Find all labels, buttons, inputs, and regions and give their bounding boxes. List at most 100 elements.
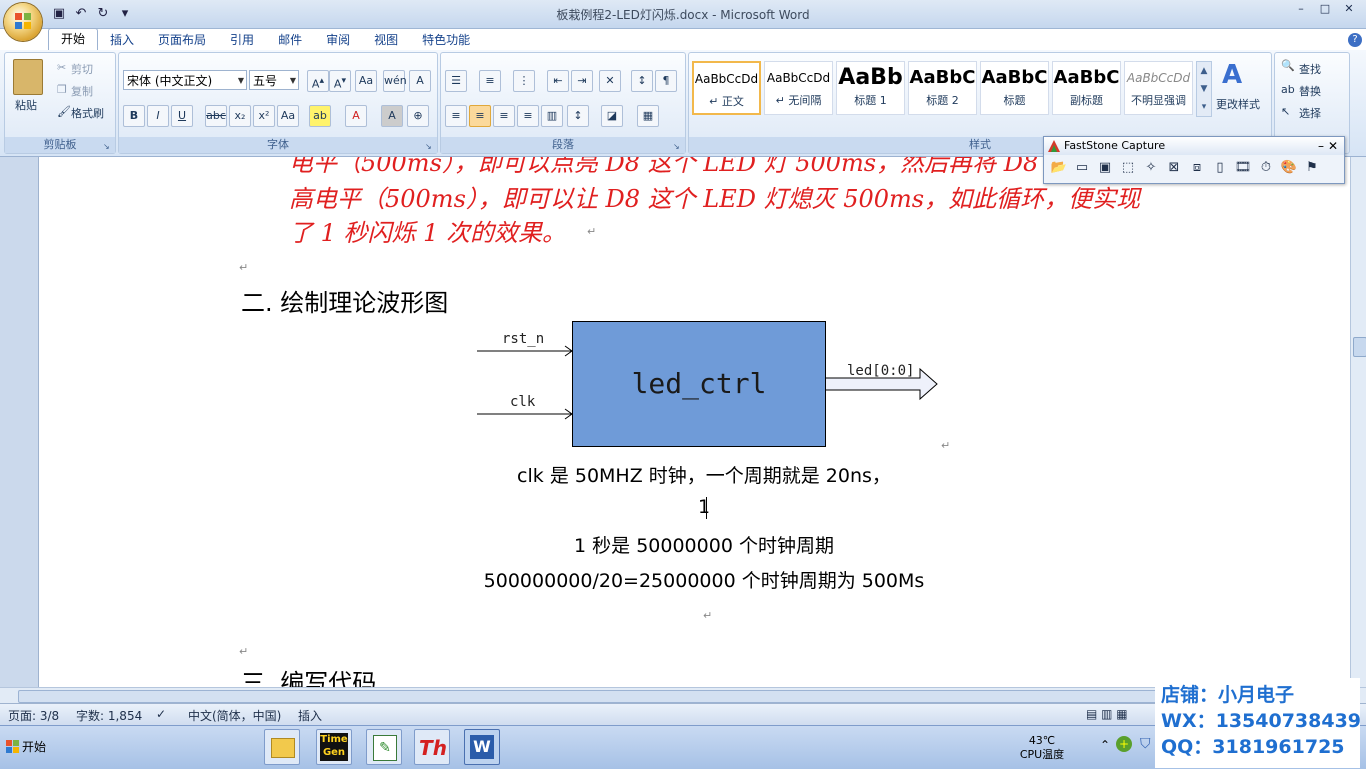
capture-fixed-icon[interactable]: ▯ <box>1211 159 1229 177</box>
minimize-icon[interactable]: – <box>1318 137 1324 155</box>
status-language[interactable]: 中文(简体，中国) <box>188 707 281 724</box>
justify-icon[interactable]: ≡ <box>517 105 539 127</box>
tab-view[interactable]: 视图 <box>362 30 410 50</box>
format-painter-icon[interactable]: 🖌 <box>57 105 71 118</box>
status-insert-mode[interactable]: 插入 <box>298 707 322 724</box>
distributed-icon[interactable]: ▥ <box>541 105 563 127</box>
bullets-icon[interactable]: ☰ <box>445 70 467 92</box>
minimize-button[interactable]: – <box>1290 2 1312 16</box>
tab-mailings[interactable]: 邮件 <box>266 30 314 50</box>
phonetic-guide-icon[interactable]: wén <box>383 70 407 92</box>
start-button[interactable]: 开始 <box>2 732 50 762</box>
change-styles-icon[interactable]: A <box>1222 60 1242 90</box>
maximize-button[interactable]: □ <box>1314 2 1336 16</box>
italic-icon[interactable]: I <box>147 105 169 127</box>
tab-home[interactable]: 开始 <box>48 28 99 50</box>
paste-button[interactable]: 粘贴 <box>15 97 37 113</box>
subscript-icon[interactable]: x₂ <box>229 105 251 127</box>
style-subtitle[interactable]: AaBbC 副标题 <box>1052 61 1121 115</box>
status-page[interactable]: 页面: 3/8 <box>8 707 59 724</box>
line-spacing-icon[interactable]: ↕ <box>567 105 589 127</box>
shading-icon[interactable]: ◪ <box>601 105 623 127</box>
copy-button[interactable]: 复制 <box>71 83 93 99</box>
scroll-thumb[interactable] <box>1353 337 1366 357</box>
font-size-combo[interactable]: 五号 ▼ <box>249 70 299 90</box>
capture-fullscreen-icon[interactable]: ⊠ <box>1165 159 1183 177</box>
taskbar-app-timegen[interactable]: Time Gen <box>316 729 352 765</box>
help-icon[interactable]: ? <box>1348 33 1362 47</box>
style-title[interactable]: AaBbC 标题 <box>980 61 1049 115</box>
align-left-icon[interactable]: ≡ <box>445 105 467 127</box>
taskbar-app-th[interactable]: Th <box>414 729 450 765</box>
capture-scrolling-icon[interactable]: ⧈ <box>1188 159 1206 177</box>
char-border-icon[interactable]: A <box>409 70 431 92</box>
taskbar-app-word[interactable]: W <box>464 729 500 765</box>
proofing-icon[interactable]: ✓ <box>156 707 166 721</box>
taskbar-app-explorer[interactable] <box>264 729 300 765</box>
close-icon[interactable]: ✕ <box>1328 137 1338 155</box>
bold-icon[interactable]: B <box>123 105 145 127</box>
strikethrough-icon[interactable]: abc <box>205 105 227 127</box>
grow-font-icon[interactable]: A▴ <box>307 70 329 92</box>
show-marks-icon[interactable]: ¶ <box>655 70 677 92</box>
tray-expand-icon[interactable]: ⌃ <box>1100 738 1110 752</box>
tray-app-icon[interactable]: + <box>1116 736 1132 752</box>
highlight-icon[interactable]: ab <box>309 105 331 127</box>
shield-icon[interactable]: ⛉ <box>1140 736 1151 752</box>
underline-icon[interactable]: U <box>171 105 193 127</box>
screen-recorder-icon[interactable]: 🎞 <box>1234 159 1252 177</box>
dialog-launcher-icon[interactable]: ↘ <box>103 142 112 151</box>
scroll-thumb[interactable] <box>18 690 1330 703</box>
open-file-icon[interactable]: 📂 <box>1050 159 1068 177</box>
select-button[interactable]: 选择 <box>1299 105 1321 121</box>
tab-insert[interactable]: 插入 <box>98 30 146 50</box>
increase-indent-icon[interactable]: ⇥ <box>571 70 593 92</box>
copy-icon[interactable]: ❐ <box>57 83 67 96</box>
change-case-icon[interactable]: Aa <box>277 105 299 127</box>
clear-format-icon[interactable]: Aa <box>355 70 377 92</box>
view-buttons-icon[interactable]: ▤ ▥ ▦ <box>1086 707 1128 721</box>
change-styles-button[interactable]: 更改样式 <box>1216 96 1260 112</box>
decrease-indent-icon[interactable]: ⇤ <box>547 70 569 92</box>
tab-page-layout[interactable]: 页面布局 <box>146 30 218 50</box>
format-painter-button[interactable]: 格式刷 <box>71 105 104 121</box>
tab-references[interactable]: 引用 <box>218 30 266 50</box>
capture-freehand-icon[interactable]: ✧ <box>1142 159 1160 177</box>
dialog-launcher-icon[interactable]: ↘ <box>673 142 682 151</box>
output-settings-icon[interactable]: 🎨 <box>1280 159 1298 177</box>
style-normal[interactable]: AaBbCcDd ↵ 正文 <box>692 61 761 115</box>
faststone-title-bar[interactable]: FastStone Capture – ✕ <box>1044 137 1344 155</box>
font-name-combo[interactable]: 宋体 (中文正文) ▼ <box>123 70 247 90</box>
align-right-icon[interactable]: ≡ <box>493 105 515 127</box>
status-word-count[interactable]: 字数: 1,854 <box>76 707 142 724</box>
find-button[interactable]: 查找 <box>1299 61 1321 77</box>
tab-features[interactable]: 特色功能 <box>410 30 482 50</box>
office-button[interactable] <box>4 3 42 41</box>
shrink-font-icon[interactable]: A▾ <box>329 70 351 92</box>
cut-icon[interactable]: ✂ <box>57 61 66 74</box>
replace-button[interactable]: 替换 <box>1299 83 1321 99</box>
style-subtle-emphasis[interactable]: AaBbCcDd 不明显强调 <box>1124 61 1193 115</box>
styles-scroll[interactable]: ▲ ▼ ▾ <box>1196 61 1212 117</box>
tab-review[interactable]: 审阅 <box>314 30 362 50</box>
document-page[interactable]: 电平（500ms），即可以点亮 D8 这个 LED 灯 500ms，然后再将 D… <box>39 157 1349 687</box>
capture-window-icon[interactable]: ▭ <box>1073 159 1091 177</box>
close-button[interactable]: ✕ <box>1338 2 1360 16</box>
replace-icon[interactable]: ab <box>1281 83 1295 96</box>
borders-icon[interactable]: ▦ <box>637 105 659 127</box>
align-center-icon[interactable]: ≡ <box>469 105 491 127</box>
delay-timer-icon[interactable]: ⏱ <box>1257 159 1275 177</box>
numbering-icon[interactable]: ≡ <box>479 70 501 92</box>
paste-icon[interactable] <box>13 59 43 95</box>
faststone-capture-toolbar[interactable]: FastStone Capture – ✕ 📂 ▭ ▣ ⬚ ✧ ⊠ ⧈ ▯ 🎞 … <box>1043 136 1345 184</box>
chinese-layout-icon[interactable]: ✕ <box>599 70 621 92</box>
taskbar-app-notepad[interactable]: ✎ <box>366 729 402 765</box>
dialog-launcher-icon[interactable]: ↘ <box>425 142 434 151</box>
multilevel-list-icon[interactable]: ⋮ <box>513 70 535 92</box>
char-shading-icon[interactable]: A <box>381 105 403 127</box>
capture-region-icon[interactable]: ⬚ <box>1119 159 1137 177</box>
sort-icon[interactable]: ↕ <box>631 70 653 92</box>
cut-button[interactable]: 剪切 <box>71 61 93 77</box>
style-no-spacing[interactable]: AaBbCcDd ↵ 无间隔 <box>764 61 833 115</box>
enclosed-char-icon[interactable]: ⊕ <box>407 105 429 127</box>
